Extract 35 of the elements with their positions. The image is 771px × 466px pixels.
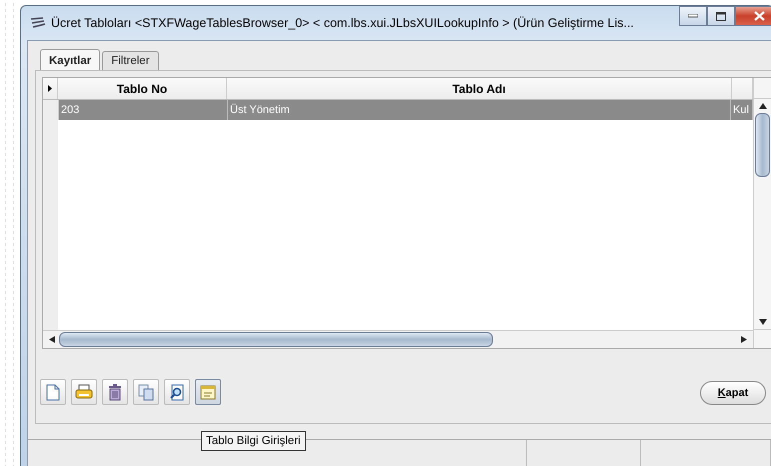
close-icon [754,11,764,21]
scroll-down-icon [758,319,766,325]
toolbar-button[interactable] [133,379,159,405]
toolbar-button[interactable] [102,379,128,405]
horizontal-scrollbar[interactable] [43,330,753,348]
minimize-button[interactable] [679,6,707,26]
toolbar-button[interactable] [40,379,66,405]
column-header[interactable]: Tablo Adı [227,78,732,99]
trash-icon [108,384,122,400]
scroll-thumb[interactable] [755,113,770,177]
vertical-scrollbar[interactable] [753,78,771,348]
printer-icon [75,384,93,400]
scroll-up-icon [758,103,766,109]
minimize-icon [688,14,698,18]
document-magnifier-icon [169,384,185,400]
toolbar-button[interactable] [164,379,190,405]
column-header[interactable]: Tablo No [58,78,227,99]
scroll-right-icon [741,336,747,343]
close-dialog-button[interactable]: Kapat [700,381,766,405]
toolbar-button[interactable] [71,379,97,405]
window-icon [200,384,216,400]
scroll-left-icon [49,336,55,343]
tooltip: Tablo Bilgi Girişleri [201,431,306,451]
copy-icon [138,384,154,400]
app-logo-icon [29,16,47,30]
maximize-button[interactable] [707,6,735,26]
toolbar-button[interactable] [195,379,221,405]
tab[interactable]: Filtreler [102,51,159,70]
maximize-icon [716,12,726,20]
close-button[interactable] [735,6,771,26]
row-pointer-icon [48,85,52,92]
blank-page-icon [46,384,60,400]
window-title: Ücret Tabloları <STXFWageTablesBrowser_0> < com.lbs.xui.JLbsXUILookupInfo > (Ürün Geliştirme Lis... [51,16,635,30]
scroll-thumb[interactable] [59,332,493,347]
tab[interactable]: Kayıtlar [40,49,100,70]
